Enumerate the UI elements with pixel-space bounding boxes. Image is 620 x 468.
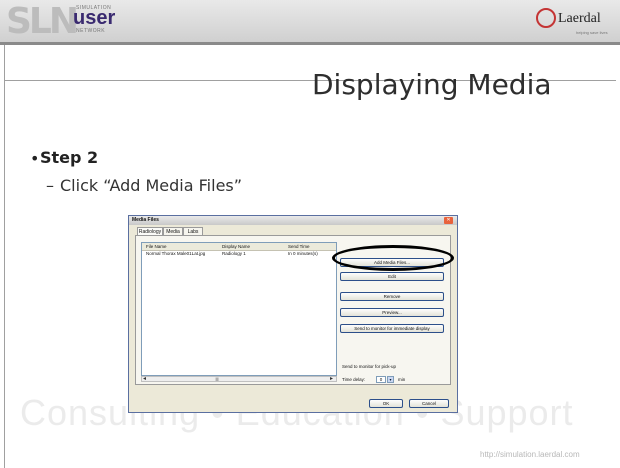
column-display-name[interactable]: Display Name bbox=[222, 243, 250, 250]
bullet-dot-icon: • bbox=[30, 149, 40, 168]
slide: SLN SIMULATION user NETWORK Laerdal help… bbox=[0, 0, 620, 468]
header-divider bbox=[0, 42, 620, 45]
close-icon[interactable]: ✕ bbox=[444, 217, 453, 224]
tab-radiology[interactable]: Radiology bbox=[137, 227, 163, 235]
sub-bullet-dash-icon: – bbox=[46, 176, 54, 195]
cell-file-name: Normal Thorax Male01Lat.jpg bbox=[146, 251, 206, 256]
slide-header: SLN SIMULATION user NETWORK Laerdal help… bbox=[0, 0, 620, 42]
media-file-list[interactable]: File Name Display Name Send Time Normal … bbox=[141, 242, 337, 376]
brand-tagline: helping save lives bbox=[576, 30, 608, 35]
ok-button[interactable]: OK bbox=[369, 399, 403, 408]
logo-product: user bbox=[73, 7, 116, 29]
cancel-button[interactable]: Cancel bbox=[409, 399, 449, 408]
bullet-step: Step 2 bbox=[40, 148, 99, 167]
footer-url: http://simulation.laerdal.com bbox=[480, 450, 580, 459]
cell-display-name: Radiology 1 bbox=[222, 251, 246, 256]
horizontal-scrollbar[interactable]: ◂ ||| ▸ bbox=[141, 376, 337, 382]
highlight-ellipse bbox=[332, 245, 454, 271]
send-pickup-label: Send to monitor for pick-up bbox=[342, 364, 397, 369]
laerdal-emblem-icon bbox=[536, 8, 556, 28]
preview-button[interactable]: Preview... bbox=[340, 308, 444, 317]
list-header: File Name Display Name Send Time bbox=[142, 243, 336, 251]
dialog-title: Media Files bbox=[132, 217, 159, 223]
table-row[interactable]: Normal Thorax Male01Lat.jpg Radiology 1 … bbox=[142, 251, 336, 257]
scroll-right-icon[interactable]: ▸ bbox=[330, 375, 333, 382]
dialog-titlebar: Media Files ✕ bbox=[129, 216, 457, 225]
laerdal-logo: Laerdal helping save lives bbox=[536, 6, 616, 38]
frame-vertical-line bbox=[4, 45, 5, 468]
time-unit-label: min bbox=[398, 377, 406, 382]
send-immediate-button[interactable]: Send to monitor for immediate display bbox=[340, 324, 444, 333]
remove-button[interactable]: Remove bbox=[340, 292, 444, 301]
slide-title: Displaying Media bbox=[312, 68, 552, 101]
chevron-down-icon[interactable]: ▾ bbox=[387, 376, 394, 383]
edit-button[interactable]: Edit bbox=[340, 272, 444, 281]
scroll-thumb[interactable]: ||| bbox=[212, 377, 222, 381]
brand-name: Laerdal bbox=[558, 11, 601, 26]
tab-media[interactable]: Media bbox=[163, 227, 183, 235]
sun-logo: SLN SIMULATION user NETWORK bbox=[6, 1, 156, 42]
scroll-left-icon[interactable]: ◂ bbox=[143, 375, 146, 382]
tab-labs[interactable]: Labs bbox=[183, 227, 203, 235]
sub-bullet-instruction: Click “Add Media Files” bbox=[60, 176, 243, 195]
column-file-name[interactable]: File Name bbox=[146, 243, 167, 250]
cell-send-time: In 0 minutes(s) bbox=[288, 251, 318, 256]
column-send-time[interactable]: Send Time bbox=[288, 243, 310, 250]
logo-line-bottom: NETWORK bbox=[76, 28, 106, 34]
logo-mark: SLN bbox=[6, 1, 79, 42]
time-delay-label: Time delay: bbox=[342, 377, 366, 382]
time-delay-input[interactable]: 0 bbox=[376, 376, 386, 383]
